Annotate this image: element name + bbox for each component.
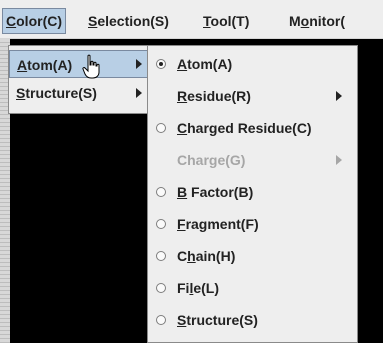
menu-monitor-label: Monitor(	[289, 13, 345, 29]
submenu-item-structure-label: Structure(S)	[177, 312, 258, 328]
submenu-item-file-label: File(L)	[177, 280, 220, 296]
submenu-arrow-icon	[336, 155, 342, 165]
submenu-item-charge-label: Charge(G)	[177, 152, 246, 168]
submenu-item-chain-label: Chain(H)	[177, 248, 236, 264]
submenu-item-b-factor-label: B Factor(B)	[177, 184, 254, 200]
submenu-item-fragment-label: Fragment(F)	[177, 216, 259, 232]
menu-tool[interactable]: Tool(T)	[200, 9, 252, 33]
submenu-item-b-factor[interactable]: B Factor(B)	[148, 176, 357, 208]
hand-cursor-icon	[82, 54, 100, 79]
submenu-item-file[interactable]: File(L)	[148, 272, 357, 304]
color-menu-item-structure-label: Structure(S)	[16, 85, 97, 101]
radio-icon	[156, 219, 166, 229]
submenu-item-chain[interactable]: Chain(H)	[148, 240, 357, 272]
submenu-item-charged-residue-label: Charged Residue(C)	[177, 120, 312, 136]
submenu-item-charged-residue[interactable]: Charged Residue(C)	[148, 112, 357, 144]
color-menu-item-atom[interactable]: Atom(A)	[9, 50, 149, 78]
submenu-item-atom-label: Atom(A)	[177, 56, 233, 72]
radio-icon	[156, 187, 166, 197]
submenu-item-atom[interactable]: Atom(A)	[148, 48, 357, 80]
radio-icon	[156, 123, 166, 133]
submenu-item-residue[interactable]: Residue(R)	[148, 80, 357, 112]
menu-selection[interactable]: Selection(S)	[85, 9, 172, 33]
color-menu-popup: Atom(A) Structure(S)	[8, 45, 150, 114]
submenu-item-structure[interactable]: Structure(S)	[148, 304, 357, 336]
submenu-arrow-icon	[336, 91, 342, 101]
atom-submenu-popup: Atom(A) Residue(R) Charged Residue(C) Ch…	[147, 45, 358, 343]
menu-selection-label: Selection(S)	[88, 13, 169, 29]
radio-icon	[156, 315, 166, 325]
submenu-arrow-icon	[136, 88, 142, 98]
menu-tool-label: Tool(T)	[203, 13, 250, 29]
menu-bar: Color(C) Selection(S) Tool(T) Monitor(	[0, 0, 383, 39]
submenu-arrow-icon	[136, 59, 142, 69]
submenu-item-charge: Charge(G)	[148, 144, 357, 176]
radio-icon	[156, 283, 166, 293]
color-menu-item-atom-label: Atom(A)	[17, 57, 73, 73]
radio-icon	[156, 251, 166, 261]
submenu-item-fragment[interactable]: Fragment(F)	[148, 208, 357, 240]
radio-checked-icon	[156, 59, 166, 69]
menu-color-label: Color(C)	[6, 13, 63, 29]
menu-color[interactable]: Color(C)	[2, 8, 67, 34]
menu-monitor[interactable]: Monitor(	[286, 9, 348, 33]
submenu-item-residue-label: Residue(R)	[177, 88, 251, 104]
color-menu-item-structure[interactable]: Structure(S)	[9, 79, 149, 107]
